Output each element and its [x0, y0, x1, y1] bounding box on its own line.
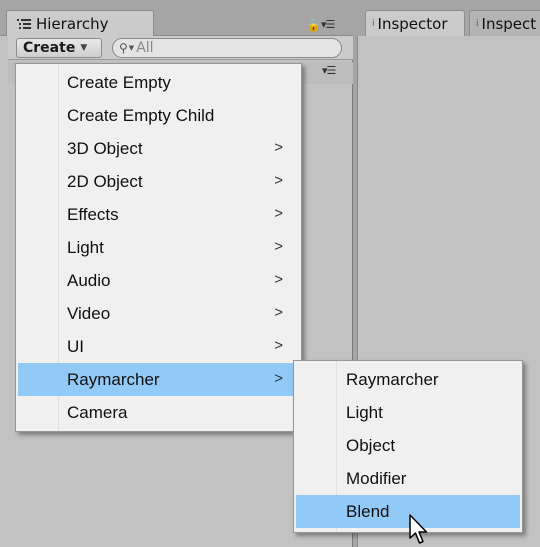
create-button[interactable]: Create ▼: [16, 38, 102, 58]
submenu-item-label: Modifier: [346, 468, 407, 488]
submenu-item-label: Object: [346, 435, 396, 455]
submenu-item-label: Light: [346, 402, 383, 422]
submenu-item-label: Raymarcher: [346, 369, 439, 389]
menu-item-label: Raymarcher: [67, 369, 160, 389]
chevron-right-icon: >: [274, 337, 283, 354]
search-icon: ⚲: [119, 41, 128, 55]
chevron-right-icon: >: [274, 172, 283, 189]
chevron-down-icon: ▼: [80, 43, 88, 53]
create-button-label: Create: [23, 40, 76, 56]
menu-item-label: Create Empty Child: [67, 105, 215, 125]
chevron-right-icon: >: [274, 304, 283, 321]
inspector-icon: ⅰ: [372, 18, 375, 29]
chevron-right-icon: >: [274, 271, 283, 288]
menu-item-ui[interactable]: UI >: [18, 330, 299, 363]
tab-inspector[interactable]: ⅰ Inspector: [365, 10, 465, 36]
inspector-icon-2: ⅰ: [476, 18, 479, 29]
tab-inspector-2-label: Inspect: [481, 14, 537, 33]
menu-item-2d-object[interactable]: 2D Object >: [18, 165, 299, 198]
tab-hierarchy-label: Hierarchy: [36, 14, 109, 33]
chevron-right-icon: >: [274, 139, 283, 156]
menu-item-label: Audio: [67, 270, 111, 290]
menu-item-label: Effects: [67, 204, 119, 224]
submenu-item-label: Blend: [346, 501, 390, 521]
menu-item-label: UI: [67, 336, 84, 356]
tab-hierarchy[interactable]: Hierarchy: [6, 10, 154, 36]
menu-item-create-empty-child[interactable]: Create Empty Child: [18, 99, 299, 132]
chevron-right-icon: >: [274, 238, 283, 255]
lock-icon[interactable]: 🔒: [306, 18, 321, 32]
chevron-right-icon: >: [274, 370, 283, 387]
menu-item-light[interactable]: Light >: [18, 231, 299, 264]
mouse-cursor-icon: [409, 514, 428, 544]
menu-item-video[interactable]: Video >: [18, 297, 299, 330]
tab-inspector-2[interactable]: ⅰ Inspect: [469, 10, 540, 36]
submenu-item-modifier[interactable]: Modifier: [296, 462, 520, 495]
submenu-item-light[interactable]: Light: [296, 396, 520, 429]
hierarchy-list-icon: [17, 18, 31, 29]
menu-item-audio[interactable]: Audio >: [18, 264, 299, 297]
create-menu: Create Empty Create Empty Child 3D Objec…: [15, 63, 302, 432]
search-placeholder: All: [136, 40, 154, 56]
menu-item-label: 2D Object: [67, 171, 143, 191]
tab-inspector-label: Inspector: [377, 14, 448, 33]
submenu-item-blend[interactable]: Blend: [296, 495, 520, 528]
menu-item-raymarcher[interactable]: Raymarcher >: [18, 363, 299, 396]
filter-caret-icon: ▼: [128, 44, 135, 52]
menu-item-create-empty[interactable]: Create Empty: [18, 66, 299, 99]
scene-menu-icon[interactable]: ▾☰: [322, 64, 336, 77]
search-input[interactable]: ⚲ ▼ All: [112, 38, 342, 58]
menu-item-camera[interactable]: Camera: [18, 396, 299, 429]
hierarchy-tab-bar: Hierarchy 🔒 ▾☰: [0, 0, 353, 36]
hierarchy-toolbar: Create ▼ ⚲ ▼ All: [8, 36, 353, 60]
menu-item-label: Light: [67, 237, 104, 257]
submenu-item-raymarcher[interactable]: Raymarcher: [296, 363, 520, 396]
menu-item-3d-object[interactable]: 3D Object >: [18, 132, 299, 165]
menu-item-label: Video: [67, 303, 111, 323]
menu-item-label: Create Empty: [67, 72, 171, 92]
submenu-item-object[interactable]: Object: [296, 429, 520, 462]
raymarcher-submenu: Raymarcher Light Object Modifier Blend: [293, 360, 523, 533]
menu-item-label: 3D Object: [67, 138, 143, 158]
menu-item-label: Camera: [67, 402, 128, 422]
chevron-right-icon: >: [274, 205, 283, 222]
panel-menu-icon[interactable]: ▾☰: [321, 18, 335, 31]
menu-item-effects[interactable]: Effects >: [18, 198, 299, 231]
